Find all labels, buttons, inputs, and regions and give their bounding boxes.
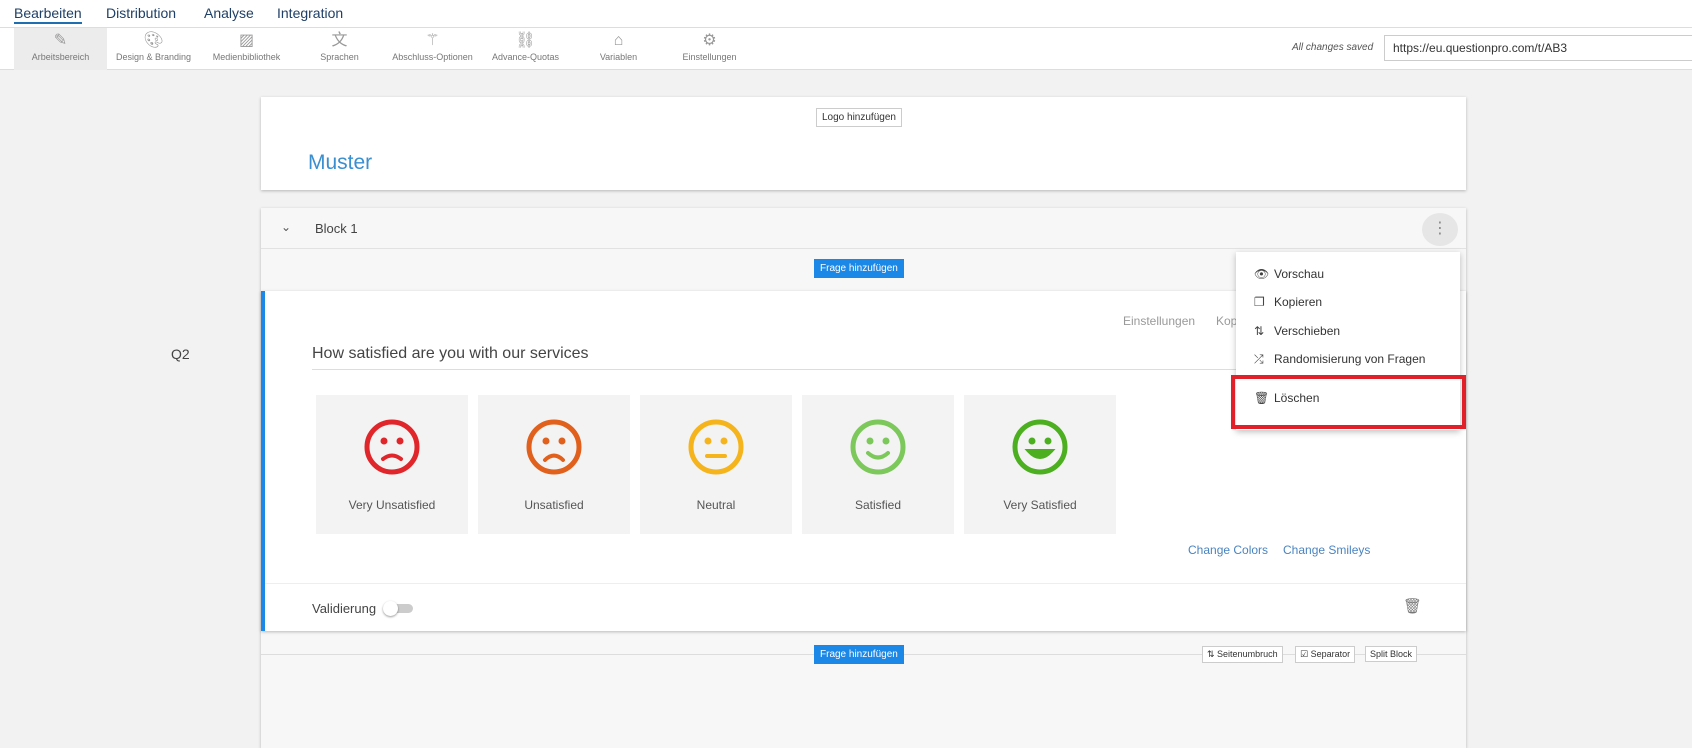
palette-icon: 🎨︎ xyxy=(143,32,164,49)
eye-icon: 👁︎ xyxy=(1254,267,1270,281)
tool-media[interactable]: ▨ Medienbibliothek xyxy=(200,28,293,70)
page-break-label: Seitenumbruch xyxy=(1217,649,1278,659)
shuffle-icon: ⤮ xyxy=(1254,352,1264,366)
smiley-face-icon xyxy=(688,419,744,475)
smiley-label: Unsatisfied xyxy=(524,498,584,512)
page-break-button[interactable]: ⇅ Seitenumbruch xyxy=(1202,646,1283,663)
smiley-face-icon xyxy=(526,419,582,475)
page-break-icon: ⇅ xyxy=(1207,649,1218,659)
tool-label: Abschluss-Optionen xyxy=(392,52,473,62)
save-status: All changes saved xyxy=(1292,42,1374,53)
separator-label: Separator xyxy=(1310,649,1351,659)
menu-item-move[interactable]: ⇅ Verschieben xyxy=(1254,324,1340,338)
tool-label: Einstellungen xyxy=(682,52,737,62)
link-icon: ⛓ xyxy=(515,32,536,49)
tool-label: Variablen xyxy=(599,52,638,62)
menu-item-randomize[interactable]: ⤮ Randomisierung von Fragen xyxy=(1254,352,1425,367)
tool-quotas[interactable]: ⛓ Advance-Quotas xyxy=(479,28,572,70)
survey-header-card: Logo hinzufügen Muster xyxy=(261,97,1466,190)
tag-icon: ⌂ xyxy=(613,32,624,49)
split-block-button[interactable]: Split Block xyxy=(1365,646,1418,662)
block-title: Block 1 xyxy=(315,221,358,236)
gear-icon: ⚙ xyxy=(702,32,717,49)
menu-item-copy[interactable]: ❐ Kopieren xyxy=(1254,295,1322,309)
tool-label: Arbeitsbereich xyxy=(31,52,90,62)
question-number: Q2 xyxy=(171,346,190,362)
toolbar: ✎ Arbeitsbereich 🎨︎ Design & Branding ▨ Med… xyxy=(0,28,1692,70)
smiley-face-icon xyxy=(850,419,906,475)
change-colors-link[interactable]: Change Colors xyxy=(1188,543,1268,557)
image-icon: ▨ xyxy=(238,32,255,49)
tool-design[interactable]: 🎨︎ Design & Branding xyxy=(107,28,200,70)
tab-integration[interactable]: Integration xyxy=(277,5,343,21)
smiley-label: Neutral xyxy=(696,498,736,512)
smiley-label: Very Satisfied xyxy=(1003,498,1077,512)
collapse-icon[interactable]: ⌄ xyxy=(281,220,291,234)
tab-bearbeiten[interactable]: Bearbeiten xyxy=(14,5,82,24)
top-nav: Bearbeiten Distribution Analyse Integrat… xyxy=(0,0,1692,28)
tool-label: Sprachen xyxy=(320,52,359,62)
menu-item-preview[interactable]: 👁︎ Vorschau xyxy=(1254,267,1324,281)
tool-arbeitsbereich[interactable]: ✎ Arbeitsbereich xyxy=(14,28,107,70)
survey-title[interactable]: Muster xyxy=(308,151,372,175)
tab-distribution[interactable]: Distribution xyxy=(106,5,176,21)
validation-toggle[interactable] xyxy=(383,601,413,616)
survey-url-field[interactable]: https://eu.questionpro.com/t/AB3 xyxy=(1384,35,1692,61)
smiley-option[interactable]: Unsatisfied xyxy=(478,395,630,534)
smiley-option[interactable]: Very Unsatisfied xyxy=(316,395,468,534)
change-smileys-link[interactable]: Change Smileys xyxy=(1283,543,1370,557)
more-options-icon[interactable]: ⋮ xyxy=(1422,213,1458,246)
tool-label: Advance-Quotas xyxy=(491,52,560,62)
tool-settings[interactable]: ⚙ Einstellungen xyxy=(663,28,756,70)
checkbox-icon: ☑ xyxy=(1300,649,1311,659)
tool-label: Medienbibliothek xyxy=(212,52,281,62)
menu-label: Verschieben xyxy=(1274,324,1341,338)
magic-wand-icon: ⚚ xyxy=(425,32,440,49)
add-logo-button[interactable]: Logo hinzufügen xyxy=(816,108,902,127)
tool-completion[interactable]: ⚚ Abschluss-Optionen xyxy=(386,28,479,70)
smiley-option[interactable]: Very Satisfied xyxy=(964,395,1116,534)
smiley-option[interactable]: Neutral xyxy=(640,395,792,534)
separator-button[interactable]: ☑ Separator xyxy=(1295,646,1356,663)
smiley-label: Satisfied xyxy=(854,498,902,512)
question-settings-link[interactable]: Einstellungen xyxy=(1123,314,1195,328)
translate-icon: 文 xyxy=(331,32,348,49)
move-icon: ⇅ xyxy=(1254,324,1265,338)
smiley-option[interactable]: Satisfied xyxy=(802,395,954,534)
menu-label: Randomisierung von Fragen xyxy=(1274,352,1426,366)
copy-icon: ❐ xyxy=(1254,295,1265,309)
add-question-button[interactable]: Frage hinzufügen xyxy=(814,259,904,278)
question-copy-link[interactable]: Kop xyxy=(1216,314,1237,328)
tab-analyse[interactable]: Analyse xyxy=(204,5,254,21)
tool-languages[interactable]: 文 Sprachen xyxy=(293,28,386,70)
workspace-icon: ✎ xyxy=(53,32,68,49)
highlight-box xyxy=(1231,375,1466,429)
tool-variables[interactable]: ⌂ Variablen xyxy=(572,28,665,70)
menu-label: Kopieren xyxy=(1274,295,1323,309)
delete-question-icon[interactable]: 🗑︎ xyxy=(1403,597,1422,615)
smiley-face-icon xyxy=(1012,419,1068,475)
menu-label: Vorschau xyxy=(1274,267,1325,281)
add-question-button-bottom[interactable]: Frage hinzufügen xyxy=(814,645,904,664)
validation-label: Validierung xyxy=(312,601,377,616)
smiley-label: Very Unsatisfied xyxy=(348,498,436,512)
smiley-face-icon xyxy=(364,419,420,475)
tool-label: Design & Branding xyxy=(115,52,192,62)
